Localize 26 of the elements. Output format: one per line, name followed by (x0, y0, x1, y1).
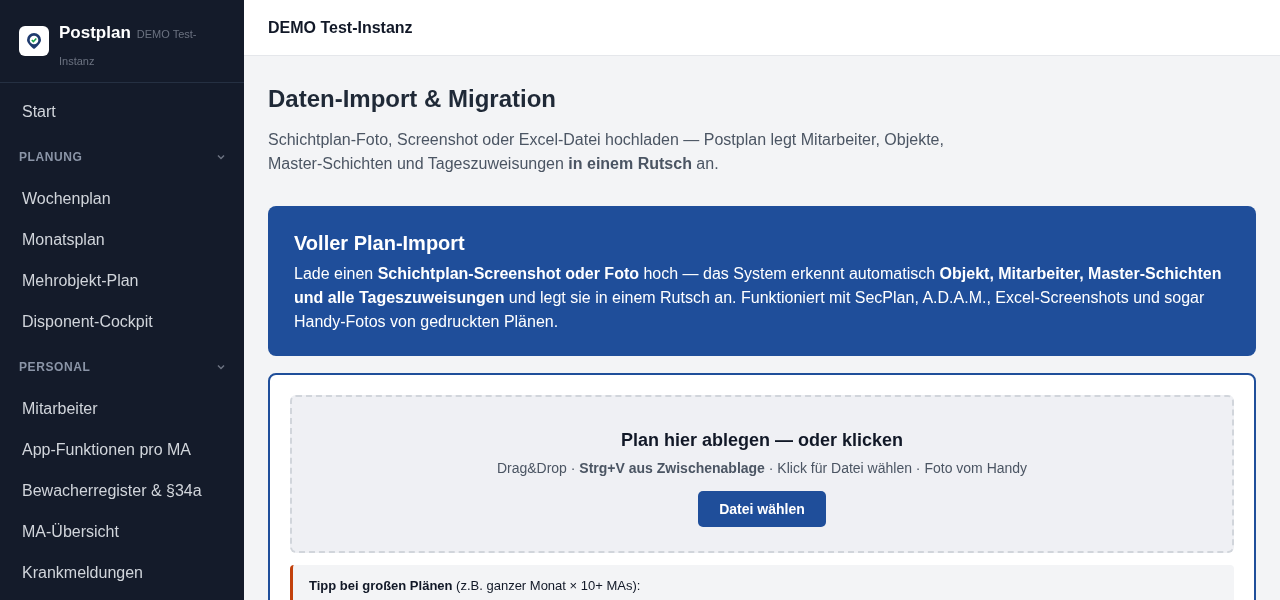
drop-zone-hint: Drag&Drop · Strg+V aus Zwischenablage · Klick für Datei wählen · Foto vom Handy (496, 459, 1028, 478)
nav-item[interactable]: Krankmeldungen (0, 552, 244, 593)
page-title: Daten-Import & Migration (268, 84, 557, 114)
nav-item[interactable]: Monatsplan (0, 219, 244, 260)
section-heading[interactable]: PLANUNG (19, 148, 83, 166)
nav-item[interactable]: Disponent-Cockpit (0, 301, 244, 342)
nav-item[interactable]: App-Funktionen pro MA (0, 429, 244, 470)
nav-item[interactable]: Start (0, 91, 244, 132)
nav-item[interactable]: Mehrobjekt-Plan (0, 260, 244, 301)
header-title: DEMO Test-Instanz (268, 17, 413, 38)
tip-text: Tipp bei großen Plänen (z.B. ganzer Monat × 10+ MAs): (309, 578, 641, 593)
app-title: Postplan DEMO Test-Instanz (59, 22, 198, 69)
nav-item[interactable]: MA-Übersicht (0, 511, 244, 552)
nav-item[interactable]: Bewacherregister & §34a (0, 470, 244, 511)
choose-file-button[interactable]: Datei wählen (698, 491, 826, 527)
chevron-icon[interactable] (216, 152, 226, 162)
page-intro: Schichtplan-Foto, Screenshot oder Excel-Datei hochladen — Postplan legt Mitarbeiter, Objekte, Master-Schichten und Tageszuweisungen in einem Rutsch an. (268, 130, 945, 174)
nav-item[interactable]: Mitarbeiter (0, 388, 244, 429)
logo-icon (19, 26, 49, 56)
drop-zone-title: Plan hier ablegen — oder klicken (620, 429, 904, 452)
banner-title: Voller Plan-Import (294, 231, 466, 256)
banner-text: Lade einen Schichtplan-Screenshot oder Foto hoch — das System erkennt automatisch Objekt, Mitarbeiter, Master-Schichten und alle Tageszuweisungen und legt sie in einem Rutsch an. Funktioniert mit SecPlan, A.D.A.M., Excel-Screenshots und sogar Handy-Fotos von gedruckten Plänen. (294, 264, 1223, 332)
drop-zone[interactable]: Plan hier ablegen — oder klicken Drag&Drop · Strg+V aus Zwischenablage · Klick für Datei wählen · Foto vom Handy Datei wählen (290, 395, 1234, 553)
chevron-icon[interactable] (216, 362, 226, 372)
section-heading[interactable]: PERSONAL (19, 358, 91, 376)
nav-item[interactable]: Wochenplan (0, 178, 244, 219)
